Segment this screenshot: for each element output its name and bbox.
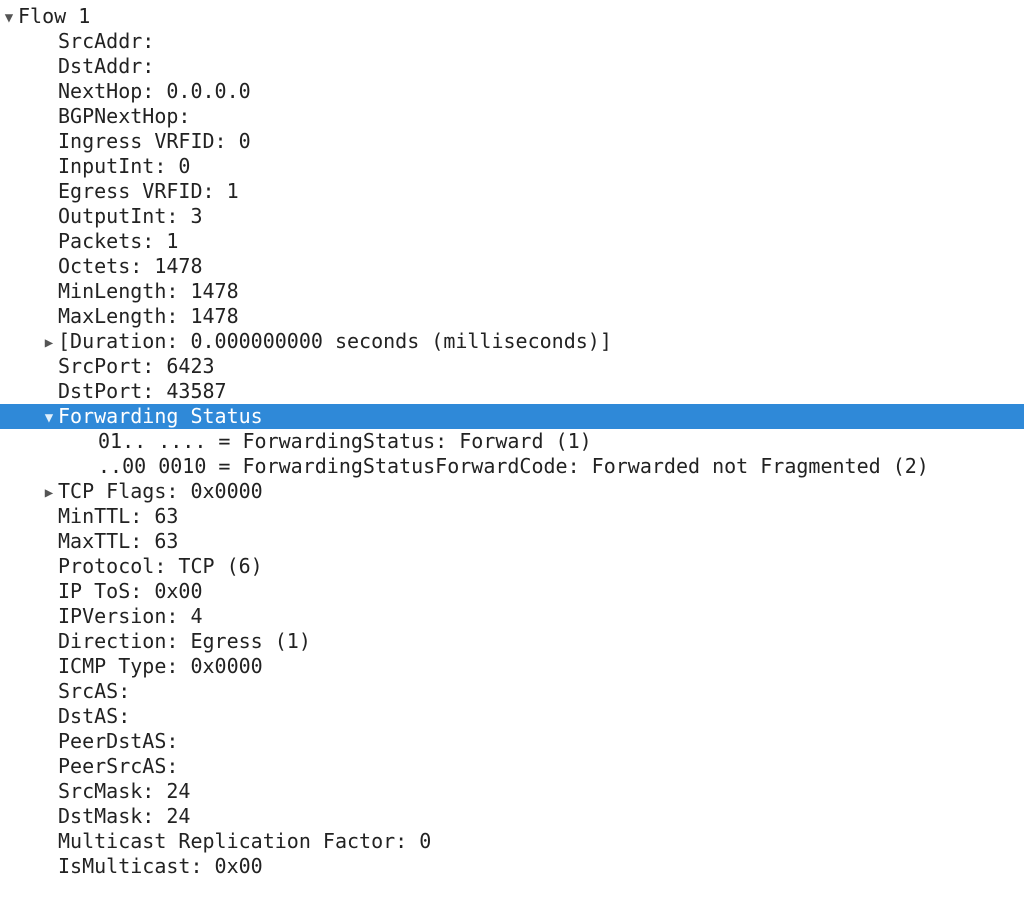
field-ipversion[interactable]: ▶IPVersion: 4: [0, 604, 1024, 629]
field-text: 01.. .... = ForwardingStatus: Forward (1…: [98, 429, 592, 454]
field-text: Flow 1: [18, 4, 90, 29]
field-text: InputInt: 0: [58, 154, 190, 179]
field-inputint[interactable]: ▶InputInt: 0: [0, 154, 1024, 179]
field-text: DstPort: 43587: [58, 379, 227, 404]
field-text: Multicast Replication Factor: 0: [58, 829, 431, 854]
field-peerdstas[interactable]: ▶PeerDstAS:: [0, 729, 1024, 754]
field-fwdstatus-bits[interactable]: ▶01.. .... = ForwardingStatus: Forward (…: [0, 429, 1024, 454]
field-dstas[interactable]: ▶DstAS:: [0, 704, 1024, 729]
field-text: [Duration: 0.000000000 seconds (millisec…: [58, 329, 612, 354]
field-minlength[interactable]: ▶MinLength: 1478: [0, 279, 1024, 304]
field-dstmask[interactable]: ▶DstMask: 24: [0, 804, 1024, 829]
field-text: SrcMask: 24: [58, 779, 190, 804]
field-text: Ingress VRFID: 0: [58, 129, 251, 154]
field-srcas[interactable]: ▶SrcAS:: [0, 679, 1024, 704]
field-text: SrcPort: 6423: [58, 354, 215, 379]
field-multirepl[interactable]: ▶Multicast Replication Factor: 0: [0, 829, 1024, 854]
field-duration[interactable]: ▶[Duration: 0.000000000 seconds (millise…: [0, 329, 1024, 354]
field-egressvrfid[interactable]: ▶Egress VRFID: 1: [0, 179, 1024, 204]
field-text: Forwarding Status: [58, 404, 263, 429]
field-text: IPVersion: 4: [58, 604, 203, 629]
field-peersrcas[interactable]: ▶PeerSrcAS:: [0, 754, 1024, 779]
field-outputint[interactable]: ▶OutputInt: 3: [0, 204, 1024, 229]
packet-tree[interactable]: ▼Flow 1▶SrcAddr:▶DstAddr:▶NextHop: 0.0.0…: [0, 0, 1024, 887]
field-srcport[interactable]: ▶SrcPort: 6423: [0, 354, 1024, 379]
field-text: MaxLength: 1478: [58, 304, 239, 329]
flow-header[interactable]: ▼Flow 1: [0, 4, 1024, 29]
field-text: DstMask: 24: [58, 804, 190, 829]
field-srcmask[interactable]: ▶SrcMask: 24: [0, 779, 1024, 804]
field-text: PeerDstAS:: [58, 729, 178, 754]
field-nexthop[interactable]: ▶NextHop: 0.0.0.0: [0, 79, 1024, 104]
field-text: SrcAddr:: [58, 29, 154, 54]
field-tcpflags[interactable]: ▶TCP Flags: 0x0000: [0, 479, 1024, 504]
field-text: TCP Flags: 0x0000: [58, 479, 263, 504]
expand-arrow-right-icon[interactable]: ▶: [42, 485, 56, 503]
field-fwdstatuscode-bits[interactable]: ▶..00 0010 = ForwardingStatusForwardCode…: [0, 454, 1024, 479]
field-packets[interactable]: ▶Packets: 1: [0, 229, 1024, 254]
field-ingressvrfid[interactable]: ▶Ingress VRFID: 0: [0, 129, 1024, 154]
field-text: MinLength: 1478: [58, 279, 239, 304]
field-text: SrcAS:: [58, 679, 130, 704]
field-text: Egress VRFID: 1: [58, 179, 239, 204]
field-ismulticast[interactable]: ▶IsMulticast: 0x00: [0, 854, 1024, 879]
field-iptos[interactable]: ▶IP ToS: 0x00: [0, 579, 1024, 604]
field-text: OutputInt: 3: [58, 204, 203, 229]
expand-arrow-right-icon[interactable]: ▶: [42, 335, 56, 353]
field-direction[interactable]: ▶Direction: Egress (1): [0, 629, 1024, 654]
field-text: MaxTTL: 63: [58, 529, 178, 554]
field-text: ..00 0010 = ForwardingStatusForwardCode:…: [98, 454, 929, 479]
field-text: BGPNextHop:: [58, 104, 190, 129]
field-text: DstAS:: [58, 704, 130, 729]
field-protocol[interactable]: ▶Protocol: TCP (6): [0, 554, 1024, 579]
field-dstaddr[interactable]: ▶DstAddr:: [0, 54, 1024, 79]
field-text: Packets: 1: [58, 229, 178, 254]
field-text: NextHop: 0.0.0.0: [58, 79, 251, 104]
field-maxlength[interactable]: ▶MaxLength: 1478: [0, 304, 1024, 329]
field-text: Direction: Egress (1): [58, 629, 311, 654]
field-text: ICMP Type: 0x0000: [58, 654, 263, 679]
field-forwarding-status[interactable]: ▼Forwarding Status: [0, 404, 1024, 429]
field-minttl[interactable]: ▶MinTTL: 63: [0, 504, 1024, 529]
field-text: MinTTL: 63: [58, 504, 178, 529]
field-text: IsMulticast: 0x00: [58, 854, 263, 879]
field-text: IP ToS: 0x00: [58, 579, 203, 604]
field-bgpnexthop[interactable]: ▶BGPNextHop:: [0, 104, 1024, 129]
field-srcaddr[interactable]: ▶SrcAddr:: [0, 29, 1024, 54]
field-dstport[interactable]: ▶DstPort: 43587: [0, 379, 1024, 404]
field-text: DstAddr:: [58, 54, 154, 79]
field-maxttl[interactable]: ▶MaxTTL: 63: [0, 529, 1024, 554]
field-text: PeerSrcAS:: [58, 754, 178, 779]
expand-arrow-down-icon[interactable]: ▼: [2, 10, 16, 28]
expand-arrow-down-icon[interactable]: ▼: [42, 410, 56, 428]
field-octets[interactable]: ▶Octets: 1478: [0, 254, 1024, 279]
field-icmptype[interactable]: ▶ICMP Type: 0x0000: [0, 654, 1024, 679]
field-text: Octets: 1478: [58, 254, 203, 279]
field-text: Protocol: TCP (6): [58, 554, 263, 579]
